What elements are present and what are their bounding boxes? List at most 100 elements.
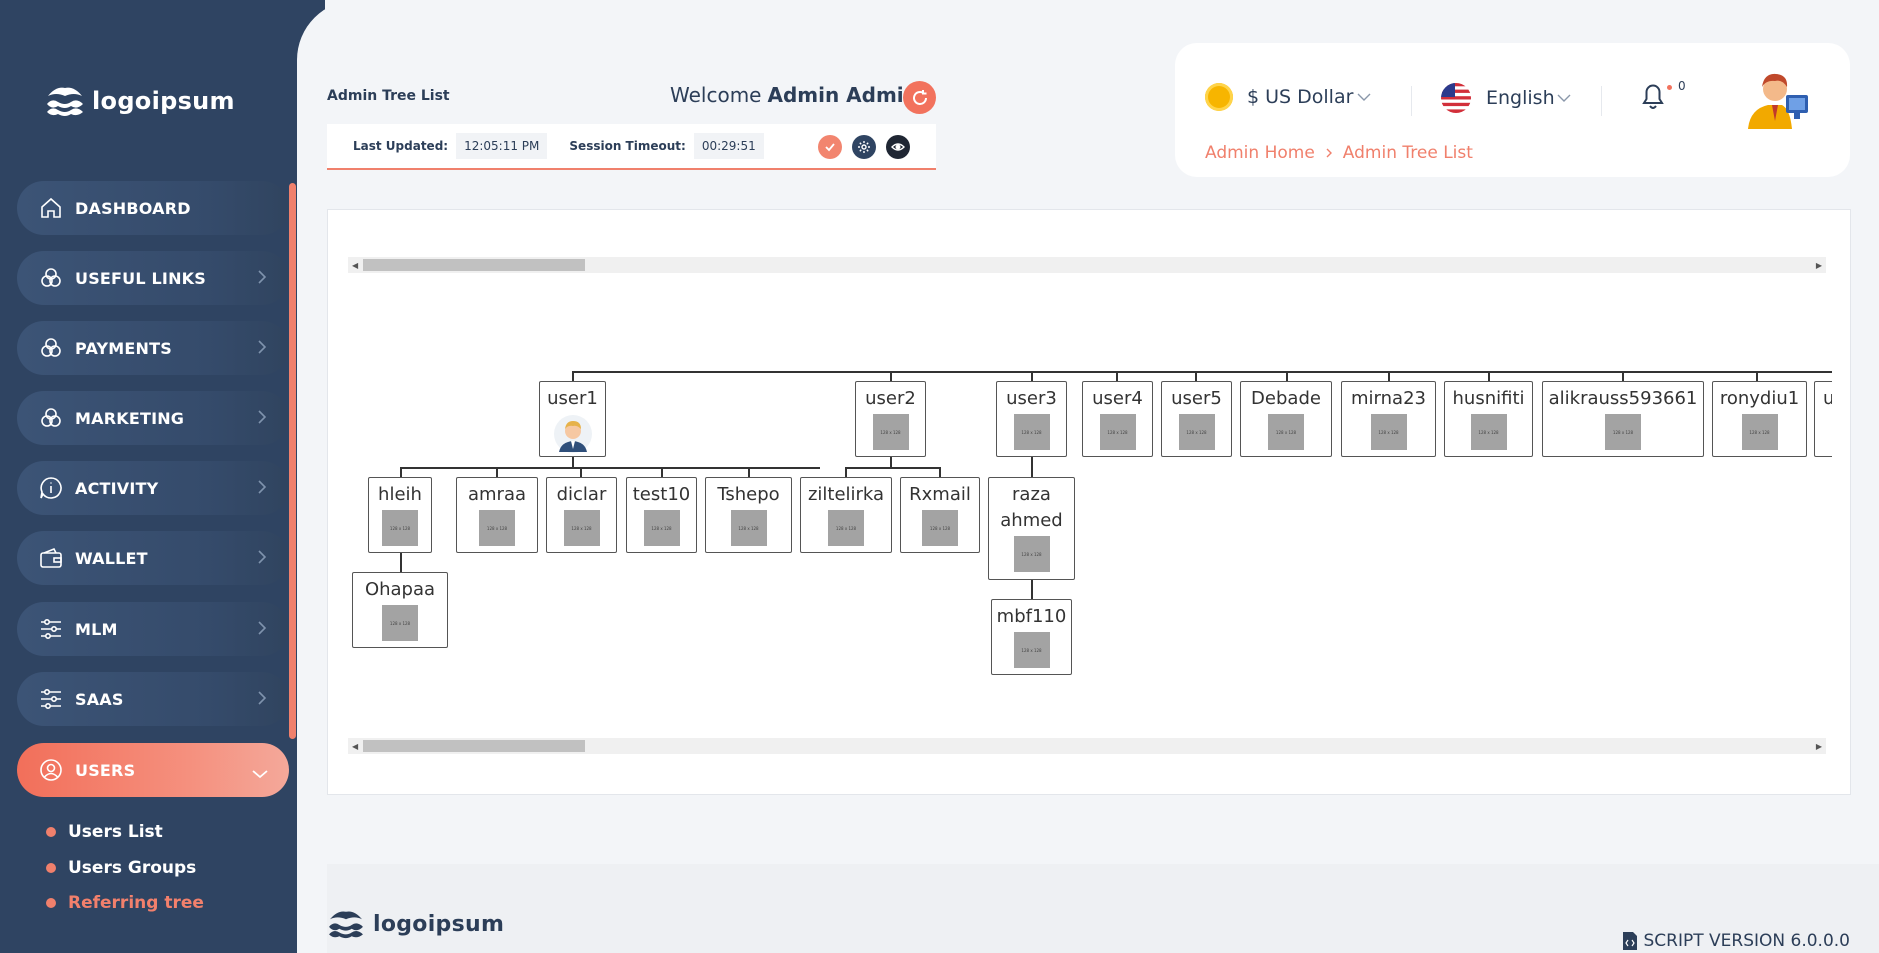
tree-node-user5[interactable]: user5 128 x 128	[1161, 381, 1232, 457]
tree-connector	[572, 371, 1832, 373]
footer-logo[interactable]: logoipsum	[327, 908, 504, 940]
node-name: alikrauss593661	[1548, 388, 1698, 409]
eye-icon	[891, 143, 905, 151]
node-image-placeholder: 128 x 128	[922, 510, 958, 546]
tree-node-ziltelirka[interactable]: ziltelirka 128 x 128	[800, 477, 892, 553]
sidebar-item-saas[interactable]: SAAS	[17, 672, 289, 726]
chevron-right-icon	[257, 479, 267, 499]
code-file-icon	[1622, 932, 1637, 950]
scroll-left-icon[interactable]: ◀	[352, 742, 358, 751]
language-selector[interactable]: English	[1441, 83, 1571, 113]
welcome-name: Admin Admin	[767, 83, 918, 107]
last-updated-label: Last Updated:	[353, 139, 449, 153]
refresh-button[interactable]	[903, 81, 936, 114]
tree-node-user2[interactable]: user2 128 x 128	[855, 381, 926, 457]
node-name: user5	[1171, 388, 1222, 409]
scroll-left-icon[interactable]: ◀	[352, 261, 358, 270]
marketing-icon	[37, 404, 65, 432]
sidebar-item-dashboard[interactable]: DASHBOARD	[17, 181, 289, 235]
tree-connector	[1031, 457, 1033, 477]
sidebar-item-useful-links[interactable]: USEFUL LINKS	[17, 251, 289, 305]
node-image-placeholder: 128 x 128	[1370, 414, 1407, 450]
sidebar-item-label: ACTIVITY	[75, 478, 159, 498]
tree-connector	[496, 467, 498, 477]
tree-node-diclar[interactable]: diclar 128 x 128	[546, 477, 617, 553]
last-updated-value: 12:05:11 PM	[456, 133, 548, 159]
node-image-placeholder: 128 x 128	[1605, 414, 1641, 450]
scrollbar-thumb[interactable]	[363, 259, 585, 271]
tree-node-raza-ahmed[interactable]: raza ahmed 128 x 128	[988, 477, 1075, 580]
tree-node-rxmail[interactable]: Rxmail 128 x 128	[900, 477, 980, 553]
node-image-placeholder: 128 x 128	[730, 510, 767, 546]
subnav-users-groups[interactable]: Users Groups	[46, 858, 196, 878]
scroll-right-icon[interactable]: ▶	[1816, 261, 1822, 270]
session-info-bar: Last Updated: 12:05:11 PM Session Timeou…	[327, 124, 936, 170]
tree-viewport[interactable]: user1 user2 128 x 128 user3 128 x 128 us…	[328, 210, 1832, 796]
sidebar-item-payments[interactable]: PAYMENTS	[17, 321, 289, 375]
tree-horizontal-scrollbar-top[interactable]: ◀ ▶	[348, 257, 1826, 273]
breadcrumb-home-link[interactable]: Admin Home	[1205, 143, 1315, 163]
version-label: SCRIPT VERSION 6.0.0.0	[1643, 931, 1851, 951]
notification-button[interactable]	[1640, 81, 1666, 115]
tree-node-user3[interactable]: user3 128 x 128	[996, 381, 1067, 457]
tree-node-amraa[interactable]: amraa 128 x 128	[456, 477, 538, 553]
sidebar-item-users[interactable]: USERS	[17, 743, 289, 797]
sidebar-logo[interactable]: logoipsum	[46, 84, 235, 118]
tree-node-test10[interactable]: test10 128 x 128	[626, 477, 697, 553]
tree-connector	[580, 467, 582, 477]
scroll-right-icon[interactable]: ▶	[1816, 742, 1822, 751]
sidebar-item-label: USEFUL LINKS	[75, 268, 206, 288]
tree-node-debade[interactable]: Debade 128 x 128	[1240, 381, 1332, 457]
footer: logoipsum SCRIPT VERSION 6.0.0.0	[327, 864, 1879, 953]
sliders-icon	[37, 615, 65, 643]
payments-icon	[37, 334, 65, 362]
check-button[interactable]	[818, 135, 842, 159]
subnav-users-list[interactable]: Users List	[46, 822, 163, 842]
sidebar-item-marketing[interactable]: MARKETING	[17, 391, 289, 445]
sidebar-item-label: DASHBOARD	[75, 198, 191, 218]
sidebar-item-mlm[interactable]: MLM	[17, 602, 289, 656]
node-image-placeholder: 128 x 128	[479, 510, 515, 546]
tree-node-ronydiu1[interactable]: ronydiu1 128 x 128	[1712, 381, 1807, 457]
subnav-referring-tree[interactable]: Referring tree	[46, 893, 204, 913]
chevron-down-icon	[1357, 93, 1371, 101]
node-image-placeholder: 128 x 128	[382, 510, 418, 546]
tree-node-tshepo[interactable]: Tshepo 128 x 128	[705, 477, 792, 553]
tree-node-alikrauss593661[interactable]: alikrauss593661 128 x 128	[1542, 381, 1704, 457]
sidebar-item-activity[interactable]: ACTIVITY	[17, 461, 289, 515]
chevron-right-icon	[257, 409, 267, 429]
tree-node-mbf110[interactable]: mbf110 128 x 128	[991, 599, 1072, 675]
node-name: diclar	[556, 484, 607, 505]
chevron-right-icon	[257, 269, 267, 289]
tree-node-user4[interactable]: user4 128 x 128	[1082, 381, 1153, 457]
refresh-icon	[912, 89, 927, 105]
node-name: user3	[1006, 388, 1057, 409]
chevron-right-icon	[257, 620, 267, 640]
tree-connector	[1031, 580, 1033, 600]
node-image-placeholder: 128 x 128	[1268, 414, 1304, 450]
tree-node-mirna23[interactable]: mirna23 128 x 128	[1341, 381, 1436, 457]
node-image-placeholder: 128 x 128	[1013, 414, 1050, 450]
users-icon	[37, 756, 65, 784]
settings-button[interactable]	[852, 135, 876, 159]
currency-selector[interactable]: $ US Dollar	[1205, 83, 1371, 111]
tree-connector	[845, 467, 939, 469]
node-name: ronydiu1	[1719, 388, 1800, 409]
node-name: mirna23	[1351, 388, 1426, 409]
logo-text: logoipsum	[92, 87, 235, 115]
tree-node-hleih[interactable]: hleih 128 x 128	[368, 477, 432, 553]
home-icon	[37, 194, 65, 222]
scrollbar-thumb[interactable]	[363, 740, 585, 752]
sidebar-scrollbar[interactable]	[289, 183, 296, 739]
tree-node-user1[interactable]: user1	[539, 381, 606, 457]
tree-node-partial[interactable]: u	[1814, 381, 1832, 457]
tree-node-ohapaa[interactable]: Ohapaa 128 x 128	[352, 572, 448, 648]
node-name: Rxmail	[909, 484, 971, 505]
user-avatar[interactable]	[1742, 63, 1810, 129]
sidebar-item-wallet[interactable]: WALLET	[17, 531, 289, 585]
waves-logo-icon	[329, 911, 363, 939]
view-button[interactable]	[886, 135, 910, 159]
tree-node-husnifiti[interactable]: husnifiti 128 x 128	[1444, 381, 1533, 457]
tree-horizontal-scrollbar-bottom[interactable]: ◀ ▶	[348, 738, 1826, 754]
admin-avatar-icon	[1748, 73, 1808, 129]
